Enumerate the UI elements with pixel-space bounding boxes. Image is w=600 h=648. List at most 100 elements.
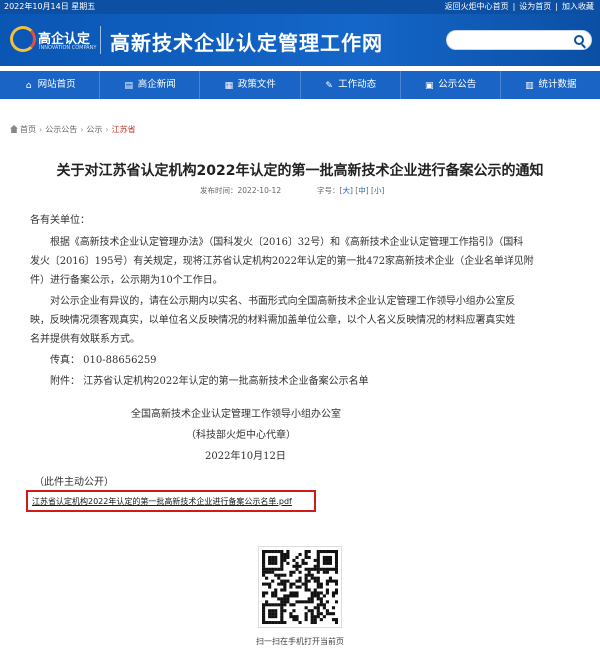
attachment-label: 附件： 江苏省认定机构2022年认定的第一批高新技术企业备案公示名单 <box>50 376 369 387</box>
qr-module <box>328 579 333 583</box>
qr-module <box>334 558 338 562</box>
qr-module <box>319 612 323 616</box>
publish-label: 发布时间： <box>200 186 238 195</box>
qr-module <box>283 585 287 589</box>
dynamics-icon: ✎ <box>325 81 333 91</box>
qr-module <box>265 550 269 554</box>
qr-module <box>292 594 296 598</box>
qr-module <box>334 600 338 604</box>
qr-module <box>304 606 308 610</box>
publish-time: 2022-10-12 <box>237 186 282 195</box>
paragraph-2-line-3: 名并提供有效联系方式。 <box>30 334 140 345</box>
qr-module <box>268 570 272 574</box>
nav-item-statistics[interactable]: ▥ 统计数据 <box>501 71 600 99</box>
qr-module <box>304 573 308 577</box>
qr-module <box>271 558 275 562</box>
qr-module <box>280 621 284 624</box>
qr-module <box>268 621 272 624</box>
qr-module <box>316 606 320 610</box>
set-homepage-link[interactable]: 设为首页 <box>519 2 551 11</box>
qr-module <box>268 612 272 616</box>
qr-caption: 扫一扫在手机打开当前页 <box>256 637 344 646</box>
paragraph-2-line-1: 对公示企业有异议的，请在公示期内以实名、书面形式向全国高新技术企业认定管理工作领… <box>50 296 516 307</box>
qr-module <box>334 555 338 559</box>
qr-module <box>280 612 284 616</box>
qr-module <box>334 550 338 554</box>
qr-module <box>283 603 287 607</box>
qr-module <box>274 558 278 562</box>
qr-module <box>262 615 266 619</box>
back-to-torch-home-link[interactable]: 返回火炬中心首页 <box>445 2 509 11</box>
qr-module <box>271 570 275 574</box>
news-icon: ▤ <box>124 81 133 91</box>
qr-module <box>280 555 284 559</box>
qr-module <box>316 582 320 586</box>
qr-module <box>331 550 336 554</box>
qr-module <box>280 603 284 607</box>
qr-module <box>307 579 311 583</box>
fax-line: 传真： 010-88656259 <box>50 355 157 366</box>
qr-module <box>280 552 284 557</box>
qr-module <box>289 585 293 589</box>
font-size-control: 字号：[大] [中] [小] <box>317 186 385 195</box>
qr-module <box>307 570 311 574</box>
qr-module <box>322 594 326 598</box>
article-title: 关于对江苏省认定机构2022年认定的第一批高新技术企业进行备案公示的通知 <box>56 163 544 179</box>
home-icon <box>10 125 18 133</box>
qr-module <box>310 621 314 624</box>
add-favorite-link[interactable]: 加入收藏 <box>562 2 594 11</box>
qr-module <box>328 555 333 559</box>
font-medium-button[interactable]: 中 <box>358 186 366 195</box>
nav-item-dynamics[interactable]: ✎ 工作动态 <box>301 71 401 99</box>
site-logo[interactable]: 高企认定 INNOVATION COMPANY <box>10 22 97 56</box>
qr-module <box>262 606 266 610</box>
qr-module <box>262 552 266 557</box>
qr-module <box>310 567 314 571</box>
logo-subtext: INNOVATION COMPANY <box>39 45 97 51</box>
qr-module <box>274 591 278 595</box>
qr-module <box>322 615 326 619</box>
font-small-button[interactable]: 小 <box>374 186 382 195</box>
qr-module <box>304 612 308 616</box>
qr-module <box>310 573 314 577</box>
nav-item-announcement[interactable]: ▣ 公示公告 <box>401 71 501 99</box>
qr-module <box>322 550 326 554</box>
nav-item-home[interactable]: ⌂ 网站首页 <box>0 71 101 99</box>
qr-module <box>286 594 290 598</box>
qr-module <box>289 570 293 574</box>
nav-item-news[interactable]: ▤ 高企新闻 <box>100 71 201 99</box>
qr-module <box>268 555 272 559</box>
attachment-pdf-link[interactable]: 江苏省认定机构2022年认定的第一批高新技术企业进行备案公示名单.pdf <box>32 496 292 507</box>
qr-module <box>262 573 266 577</box>
qr-module <box>313 594 317 598</box>
breadcrumb-announcements[interactable]: 公示公告 <box>45 125 77 134</box>
qr-module <box>307 600 311 604</box>
qr-module <box>286 579 290 583</box>
breadcrumb-home[interactable]: 首页 <box>20 125 36 134</box>
qr-module <box>283 552 287 557</box>
qr-module <box>274 603 278 607</box>
nav-label: 网站首页 <box>37 79 76 90</box>
qr-module <box>325 555 329 559</box>
signature-date: 2022年10月12日 <box>205 451 286 462</box>
qr-module <box>328 550 333 554</box>
search-input[interactable] <box>446 30 592 50</box>
qr-module <box>295 585 299 589</box>
qr-module <box>271 594 275 598</box>
nav-item-policy[interactable]: ▦ 政策文件 <box>200 71 301 99</box>
qr-module <box>304 600 308 604</box>
qr-module <box>280 579 284 583</box>
font-large-button[interactable]: 大 <box>342 186 350 195</box>
search-icon[interactable] <box>574 35 584 45</box>
qr-module <box>280 609 284 613</box>
breadcrumb-public[interactable]: 公示 <box>86 125 102 134</box>
logo-ring-icon <box>10 26 36 52</box>
qr-module <box>319 582 323 586</box>
qr-module <box>301 600 305 604</box>
qr-module <box>316 603 320 607</box>
qr-module <box>283 573 287 577</box>
qr-module <box>316 597 320 601</box>
qr-module <box>334 564 338 568</box>
breadcrumb-current[interactable]: 江苏省 <box>112 125 136 134</box>
qr-module <box>307 588 311 592</box>
